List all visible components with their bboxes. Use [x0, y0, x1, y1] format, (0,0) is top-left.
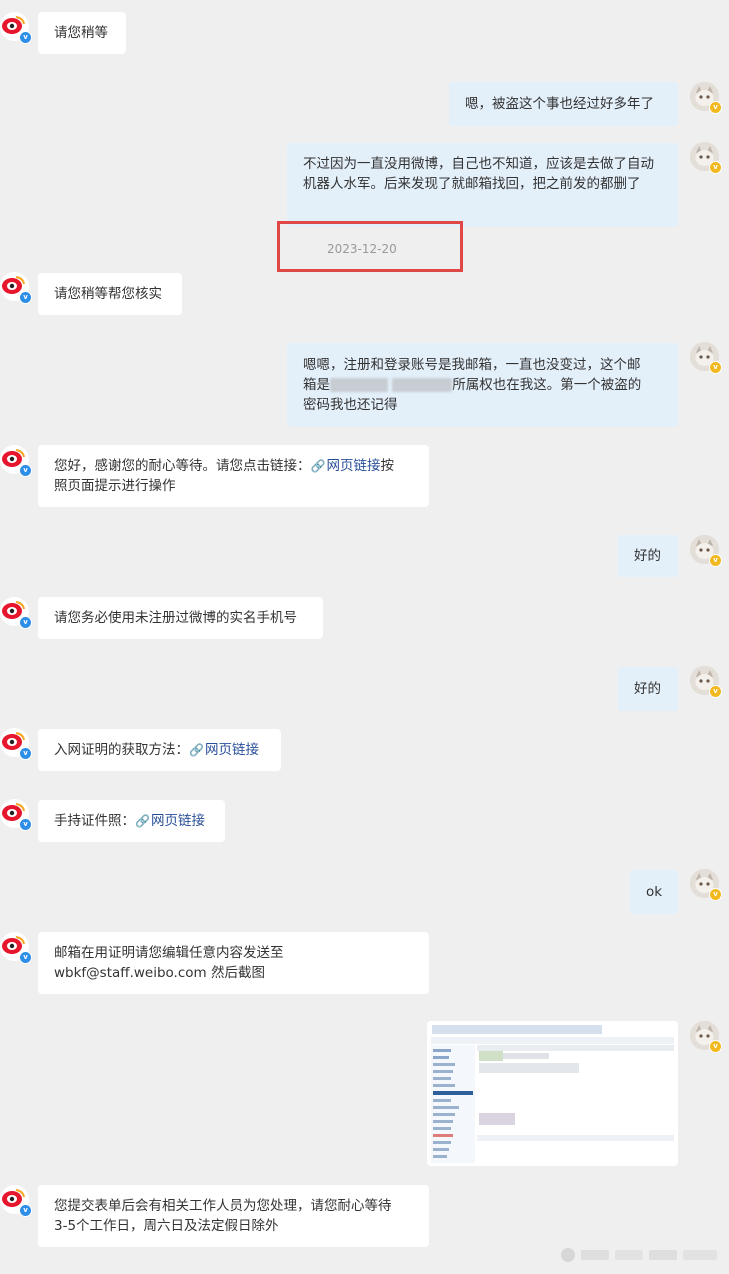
message-bubble[interactable]: 您好，感谢您的耐心等待。请您点击链接：🔗网页链接按 照页面提示进行操作 [38, 445, 429, 507]
verified-badge-icon: v [19, 818, 32, 831]
weibo-avatar[interactable]: v [0, 12, 32, 44]
user-avatar[interactable]: v [690, 142, 722, 174]
message-text: 好的 [634, 681, 661, 697]
message-text-line: 照页面提示进行操作 [54, 478, 176, 494]
message-text: ok [646, 884, 663, 900]
message-text-line: 邮箱在用证明请您编辑任意内容发送至 [54, 945, 284, 961]
web-link[interactable]: 网页链接 [205, 742, 259, 758]
link-icon: 🔗 [310, 459, 326, 473]
verified-badge-icon: v [19, 291, 32, 304]
verified-badge-icon: v [19, 464, 32, 477]
watermark-logo [561, 1248, 717, 1262]
verified-badge-icon: v [709, 1040, 722, 1053]
user-avatar[interactable]: v [690, 666, 722, 698]
message-text: 不过因为一直没用微博，自己也不知道，应该是去做了自动机器人水军。后来发现了就邮箱… [303, 156, 654, 192]
verified-badge-icon: v [19, 31, 32, 44]
email-screenshot-image [427, 1021, 678, 1166]
user-avatar[interactable]: v [690, 535, 722, 567]
weibo-avatar[interactable]: v [0, 445, 32, 477]
user-avatar[interactable]: v [690, 1021, 722, 1053]
message-bubble[interactable]: 好的 [618, 535, 678, 577]
message-text-line: 手持证件照：🔗网页链接 [54, 813, 205, 829]
weibo-avatar[interactable]: v [0, 272, 32, 304]
web-link[interactable]: 网页链接 [326, 458, 380, 474]
message-text-line: 您好，感谢您的耐心等待。请您点击链接：🔗网页链接按 [54, 458, 394, 474]
message-bubble[interactable]: 邮箱在用证明请您编辑任意内容发送至 wbkf@staff.weibo.com 然… [38, 932, 429, 994]
message-text: 请您稍等帮您核实 [54, 286, 162, 302]
weibo-avatar[interactable]: v [0, 1185, 32, 1217]
verified-badge-icon: v [709, 888, 722, 901]
verified-badge-icon: v [19, 951, 32, 964]
weibo-avatar[interactable]: v [0, 799, 32, 831]
verified-badge-icon: v [709, 554, 722, 567]
weibo-avatar[interactable]: v [0, 932, 32, 964]
verified-badge-icon: v [709, 685, 722, 698]
user-avatar[interactable]: v [690, 869, 722, 901]
date-separator: 2023-12-20 [327, 242, 397, 256]
message-bubble[interactable]: ok [630, 870, 678, 914]
message-text: 好的 [634, 548, 661, 564]
message-bubble[interactable]: 不过因为一直没用微博，自己也不知道，应该是去做了自动机器人水军。后来发现了就邮箱… [287, 143, 678, 227]
user-avatar[interactable]: v [690, 342, 722, 374]
message-text-line: 入网证明的获取方法：🔗网页链接 [54, 742, 259, 758]
message-bubble[interactable]: 请您稍等帮您核实 [38, 273, 182, 315]
message-bubble[interactable]: 好的 [618, 667, 678, 711]
message-bubble[interactable]: 请您稍等 [38, 12, 126, 54]
message-bubble[interactable]: 嗯嗯，注册和登录账号是我邮箱，一直也没变过，这个邮 箱是 所属权也在我这。第一个… [287, 343, 678, 427]
verified-badge-icon: v [709, 161, 722, 174]
message-text-line: 嗯嗯，注册和登录账号是我邮箱，一直也没变过，这个邮 [303, 357, 641, 373]
message-bubble[interactable]: 入网证明的获取方法：🔗网页链接 [38, 729, 281, 771]
redacted-email [392, 378, 453, 392]
weibo-avatar[interactable]: v [0, 597, 32, 629]
image-message[interactable] [427, 1021, 678, 1166]
message-bubble[interactable]: 嗯，被盗这个事也经过好多年了 [449, 82, 678, 126]
message-text: 请您稍等 [54, 25, 108, 41]
message-text-line: 密码我也还记得 [303, 397, 398, 413]
message-bubble[interactable]: 您提交表单后会有相关工作人员为您处理，请您耐心等待 3-5个工作日，周六日及法定… [38, 1185, 429, 1247]
web-link[interactable]: 网页链接 [151, 813, 205, 829]
message-text-line: wbkf@staff.weibo.com 然后截图 [54, 965, 265, 981]
verified-badge-icon: v [19, 616, 32, 629]
message-bubble[interactable]: 请您务必使用未注册过微博的实名手机号 [38, 597, 323, 639]
link-icon: 🔗 [189, 743, 204, 757]
verified-badge-icon: v [19, 1204, 32, 1217]
verified-badge-icon: v [709, 101, 722, 114]
message-bubble[interactable]: 手持证件照：🔗网页链接 [38, 800, 225, 842]
message-text: 请您务必使用未注册过微博的实名手机号 [54, 610, 297, 626]
verified-badge-icon: v [709, 361, 722, 374]
redacted-email [330, 378, 388, 392]
weibo-avatar[interactable]: v [0, 728, 32, 760]
verified-badge-icon: v [19, 747, 32, 760]
message-text-line: 3-5个工作日，周六日及法定假日除外 [54, 1218, 279, 1234]
message-text: 嗯，被盗这个事也经过好多年了 [465, 96, 654, 112]
link-icon: 🔗 [135, 814, 150, 828]
user-avatar[interactable]: v [690, 82, 722, 114]
message-text-line: 您提交表单后会有相关工作人员为您处理，请您耐心等待 [54, 1198, 392, 1214]
message-text-line: 箱是 所属权也在我这。第一个被盗的 [303, 377, 642, 393]
